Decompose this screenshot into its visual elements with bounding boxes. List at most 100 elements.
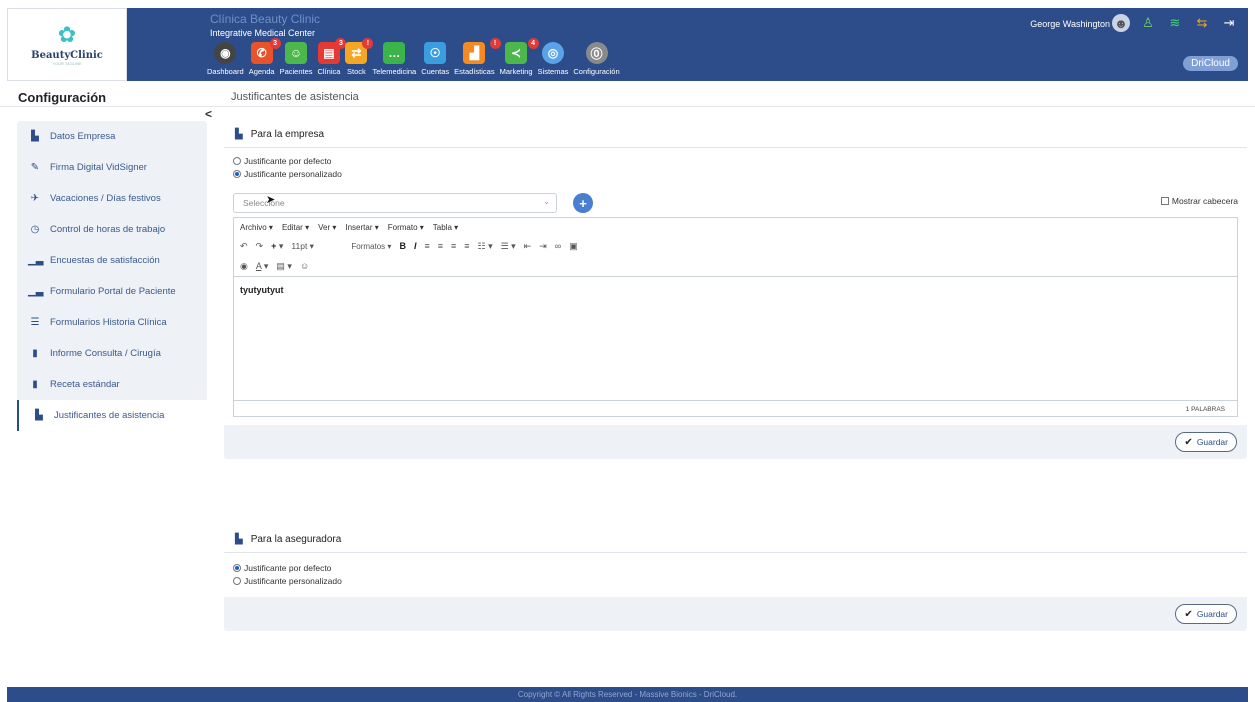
align-center-icon[interactable]: ≡	[438, 241, 443, 251]
menu-label: Insertar	[345, 222, 373, 232]
redo-icon[interactable]: ↷	[256, 241, 264, 252]
sidebar-item-justificantes[interactable]: ▙ Justificantes de asistencia	[17, 400, 207, 431]
wifi-icon[interactable]: ≋	[1166, 14, 1184, 32]
editor-content[interactable]: tyutyutyut	[234, 276, 1237, 400]
align-left-icon[interactable]: ≡	[424, 241, 429, 251]
button-label: Guardar	[1196, 437, 1228, 447]
radio-label: Justificante por defecto	[244, 156, 332, 166]
menu-tabla[interactable]: Tabla ▾	[433, 223, 458, 232]
emoji-icon[interactable]: ☺	[300, 261, 309, 271]
panel-footer: ✔ Guardar	[224, 425, 1247, 459]
logout-icon[interactable]: ⇥	[1220, 14, 1238, 32]
insert-icon[interactable]: + ▾	[271, 241, 283, 252]
image-icon[interactable]: ▣	[569, 241, 578, 252]
module-label: Marketing	[499, 67, 533, 76]
menu-archivo[interactable]: Archivo ▾	[240, 223, 273, 232]
sidebar-item-informe-consulta[interactable]: ▮ Informe Consulta / Cirugía	[17, 338, 207, 369]
module-configuracion[interactable]: ⓪ Configuración	[573, 42, 620, 76]
radio-dot	[233, 157, 241, 165]
font-size-value: 11pt	[291, 240, 308, 251]
word-count: 1 PALABRAS	[1185, 406, 1225, 413]
bold-icon[interactable]: B	[399, 241, 406, 251]
sidebar-item-formularios-historia[interactable]: ☰ Formularios Historia Clínica	[17, 307, 207, 338]
undo-icon[interactable]: ↶	[240, 241, 248, 252]
module-label: Cuentas	[421, 67, 450, 76]
sidebar-item-encuestas[interactable]: ▁▃ Encuestas de satisfacción	[17, 245, 207, 276]
menu-label: Formato	[387, 222, 418, 232]
module-clinica[interactable]: ▤ 3 Clínica	[318, 38, 347, 76]
text-color-icon[interactable]: A ▾	[256, 261, 269, 272]
font-size-select[interactable]: 11pt ▾	[291, 241, 343, 252]
page-title: Justificantes de asistencia	[231, 91, 359, 103]
indent-icon[interactable]: ⇥	[539, 241, 547, 252]
clinic-title: Clínica Beauty Clinic	[210, 12, 321, 26]
background-color-icon[interactable]: ▤ ▾	[276, 261, 292, 272]
sidebar-item-label: Justificantes de asistencia	[54, 410, 165, 421]
collapse-sidebar-icon[interactable]: <	[205, 107, 212, 121]
align-justify-icon[interactable]: ≡	[464, 241, 469, 251]
switch-icon[interactable]: ⇆	[1193, 14, 1211, 32]
module-pacientes[interactable]: ☺ Pacientes	[280, 42, 313, 76]
top-navigation-bar: ✿ BeautyClinic YOUR TAGLINE Clínica Beau…	[7, 8, 1248, 81]
align-right-icon[interactable]: ≡	[451, 241, 456, 251]
module-marketing[interactable]: ≺ 4 Marketing	[499, 38, 539, 76]
menu-label: Tabla	[432, 222, 452, 232]
module-bar: ◉ Dashboard ✆ 3 Agenda ☺ Pacientes ▤ 3 C…	[207, 38, 625, 76]
user-name[interactable]: George Washington	[1030, 19, 1110, 29]
module-stock[interactable]: ⇄ ! Stock	[345, 38, 374, 76]
document-icon: ▙	[235, 128, 243, 140]
radio-default-justificante[interactable]: Justificante por defecto	[233, 563, 1238, 573]
mouse-cursor-icon: ➤	[266, 194, 276, 206]
checkbox	[1160, 197, 1169, 205]
menu-editar[interactable]: Editar ▾	[282, 223, 309, 232]
button-label: Guardar	[1196, 609, 1228, 619]
speedometer-icon: ◉	[214, 42, 237, 64]
save-button-empresa[interactable]: ✔ Guardar	[1175, 432, 1237, 452]
sidebar-item-formulario-portal[interactable]: ▁▃ Formulario Portal de Paciente	[17, 276, 207, 307]
panel-empresa: ▙ Para la empresa Justificante por defec…	[224, 121, 1247, 459]
show-header-checkbox[interactable]: Mostrar cabecera	[1160, 196, 1238, 206]
menu-insertar[interactable]: Insertar ▾	[345, 223, 378, 232]
clinic-logo[interactable]: ✿ BeautyClinic YOUR TAGLINE	[7, 8, 127, 81]
doctor-icon[interactable]: ♙	[1139, 14, 1157, 32]
add-template-button[interactable]: +	[573, 193, 593, 213]
dricloud-logo: DriCloud	[1183, 56, 1238, 71]
module-estadisticas[interactable]: ▟ ! Estadísticas	[454, 38, 501, 76]
module-agenda[interactable]: ✆ 3 Agenda	[249, 38, 281, 76]
sidebar-item-control-horas[interactable]: ◷ Control de horas de trabajo	[17, 214, 207, 245]
link-icon[interactable]: ∞	[555, 241, 561, 251]
sidebar-item-label: Formulario Portal de Paciente	[50, 286, 176, 297]
template-select[interactable]: Seleccione ⌄	[233, 193, 557, 213]
module-telemedicina[interactable]: … Telemedicina	[372, 42, 416, 76]
panel-footer: ✔ Guardar	[224, 597, 1247, 631]
sidebar-item-label: Formularios Historia Clínica	[50, 317, 167, 328]
sidebar-item-datos-empresa[interactable]: ▙ Datos Empresa	[17, 121, 207, 152]
radio-custom-justificante[interactable]: Justificante personalizado	[233, 576, 1238, 586]
menu-ver[interactable]: Ver ▾	[318, 223, 336, 232]
sidebar-item-label: Encuestas de satisfacción	[50, 255, 160, 266]
page-footer: Copyright © All Rights Reserved - Massiv…	[7, 687, 1248, 702]
radio-label: Justificante personalizado	[244, 169, 342, 179]
module-dashboard[interactable]: ◉ Dashboard	[207, 42, 244, 76]
save-button-aseguradora[interactable]: ✔ Guardar	[1175, 604, 1237, 624]
radio-custom-justificante[interactable]: Justificante personalizado	[233, 169, 1238, 179]
editor-toolbar: ↶ ↷ + ▾ 11pt ▾ Formatos ▾ B I ≡ ≡ ≡ ≡ ☷ …	[234, 236, 1237, 256]
sidebar-item-label: Informe Consulta / Cirugía	[50, 348, 161, 359]
numbered-list-icon[interactable]: ☰ ▾	[501, 241, 516, 252]
formats-select[interactable]: Formatos ▾	[351, 242, 391, 251]
accounts-icon: ☉	[424, 42, 447, 64]
outdent-icon[interactable]: ⇤	[524, 241, 532, 252]
preview-icon[interactable]: ◉	[240, 261, 248, 272]
module-sistemas[interactable]: ◎ Sistemas	[538, 42, 568, 76]
bullet-list-icon[interactable]: ☷ ▾	[478, 241, 493, 252]
avatar[interactable]: ☻	[1112, 14, 1130, 32]
radio-default-justificante[interactable]: Justificante por defecto	[233, 156, 1238, 166]
module-cuentas[interactable]: ☉ Cuentas	[421, 42, 449, 76]
italic-icon[interactable]: I	[414, 241, 417, 251]
menu-formato[interactable]: Formato ▾	[388, 223, 424, 232]
sidebar-item-vacaciones[interactable]: ✈ Vacaciones / Días festivos	[17, 183, 207, 214]
sidebar-item-firma-digital[interactable]: ✎ Firma Digital VidSigner	[17, 152, 207, 183]
chat-icon: …	[383, 42, 406, 64]
check-icon: ✔	[1184, 436, 1193, 448]
sidebar-item-receta[interactable]: ▮ Receta estándar	[17, 369, 207, 400]
